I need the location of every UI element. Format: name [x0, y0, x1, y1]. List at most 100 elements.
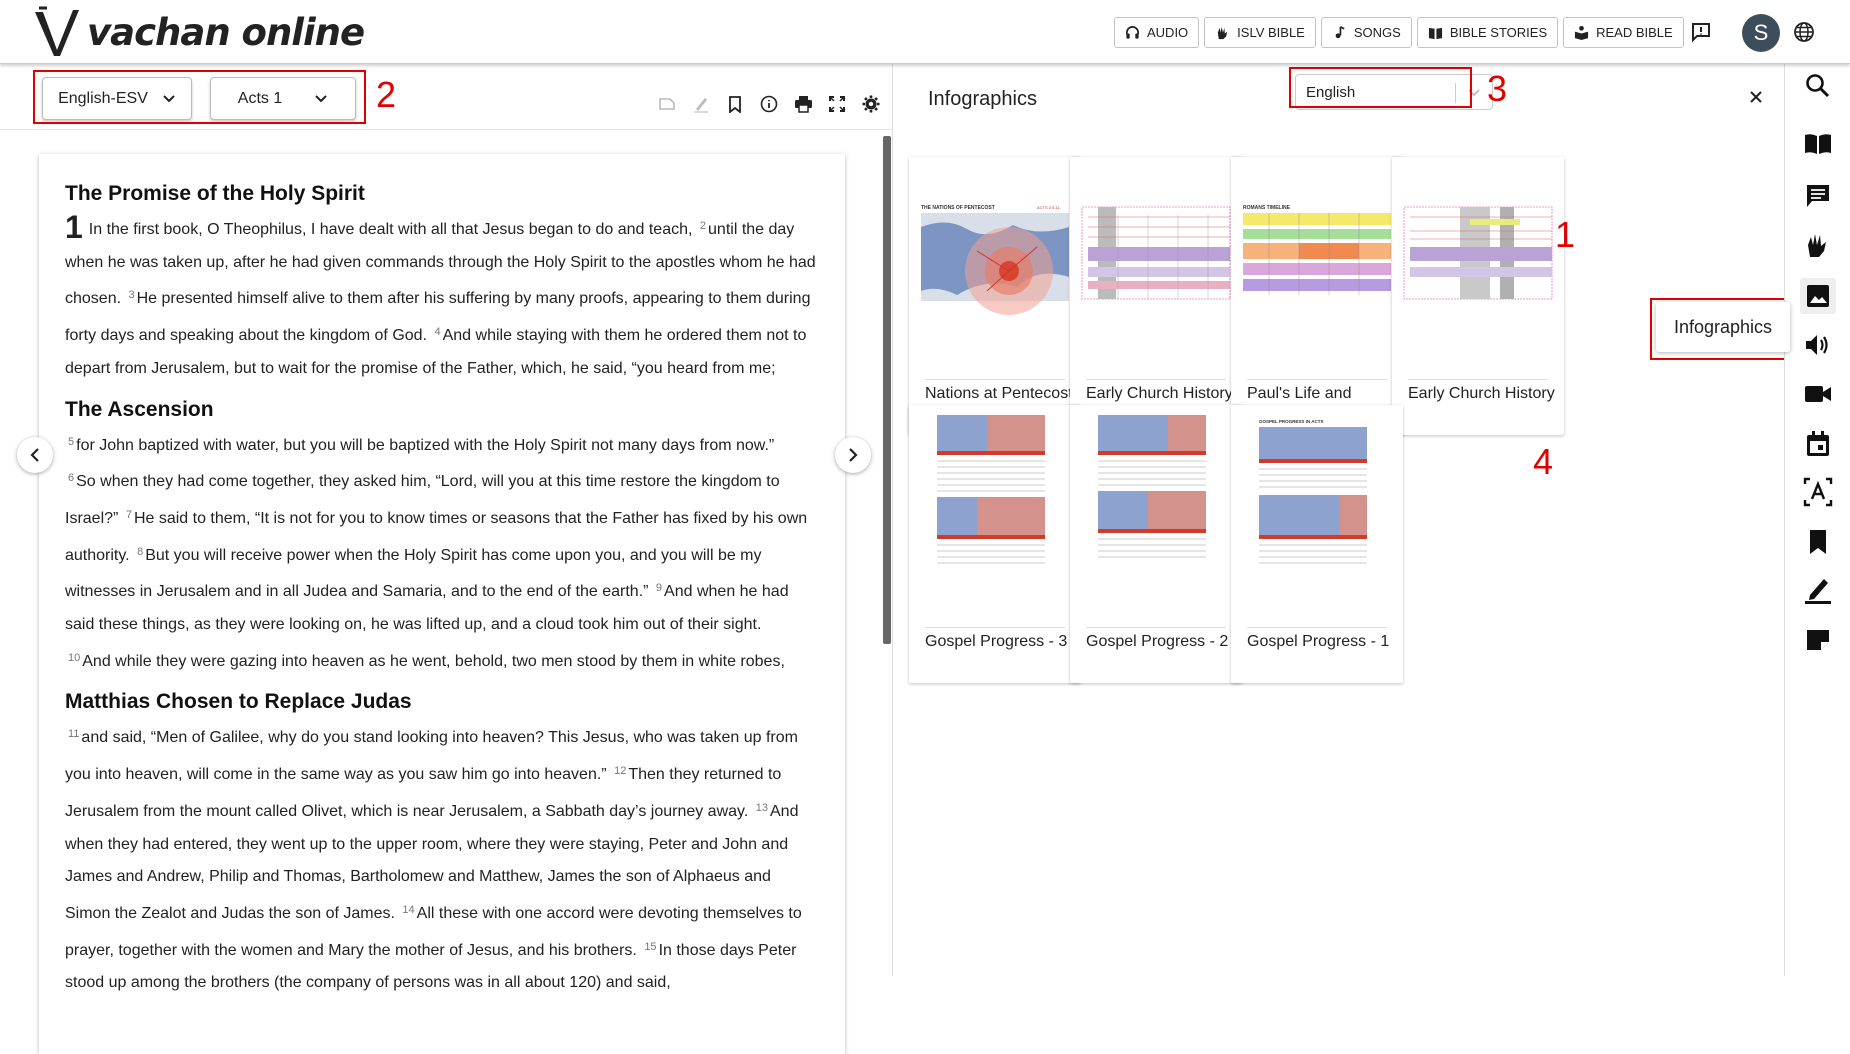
- top-app-bar: vachan online AUDIO ISLV BIBLE SONGS BIB…: [0, 0, 1850, 64]
- card-divider: [1086, 379, 1226, 380]
- thumb-header: THE NATIONS OF PENTECOST: [921, 205, 995, 211]
- print-icon[interactable]: [786, 91, 820, 117]
- verse-text[interactable]: for John baptized with water, but you wi…: [76, 437, 774, 454]
- search-icon[interactable]: [1800, 68, 1836, 104]
- card-title: Gospel Progress - 3: [925, 633, 1068, 650]
- bookmark-outline-icon[interactable]: [718, 91, 752, 117]
- audio-icon[interactable]: [1800, 327, 1836, 363]
- read-bible-label: READ BIBLE: [1596, 25, 1673, 40]
- headphones-icon: [1126, 26, 1139, 39]
- book-chapter-select[interactable]: Acts 1: [210, 77, 356, 120]
- islv-bible-button[interactable]: ISLV BIBLE: [1204, 17, 1316, 48]
- infographic-card[interactable]: THE NATIONS OF PENTECOST ACTS 2:5-11 Nat…: [909, 157, 1081, 435]
- chevron-down-icon: [163, 94, 175, 102]
- section-heading: Matthias Chosen to Replace Judas: [65, 690, 412, 714]
- version-select[interactable]: English-ESV: [42, 77, 192, 120]
- infographic-thumbnail: ROMANS TIMELINE: [1239, 167, 1395, 377]
- infographic-card[interactable]: Gospel Progress - 2: [1070, 405, 1242, 683]
- book-open-icon: [1428, 27, 1442, 40]
- music-note-icon: [1335, 26, 1345, 39]
- infographic-thumbnail: [917, 415, 1073, 625]
- infographic-thumbnail: THE NATIONS OF PENTECOST ACTS 2:5-11: [917, 167, 1073, 377]
- avatar-initial: S: [1753, 20, 1769, 45]
- chevron-right-icon: [849, 448, 858, 462]
- note-icon[interactable]: [650, 91, 684, 117]
- verse-number: 15: [644, 940, 657, 953]
- vachan-logo[interactable]: vachan online: [33, 6, 365, 58]
- bible-stories-button[interactable]: BIBLE STORIES: [1416, 17, 1559, 48]
- book-reader-icon: [1575, 25, 1589, 40]
- infographic-card[interactable]: GOSPEL PROGRESS IN ACTS Gospel Progress …: [1231, 405, 1403, 683]
- card-divider: [1247, 379, 1387, 380]
- verse-number: 12: [614, 765, 627, 778]
- close-icon: [1750, 91, 1762, 103]
- card-divider: [1247, 627, 1387, 628]
- calendar-icon[interactable]: [1800, 426, 1836, 462]
- reader-toolbar: English-ESV Acts 1 2: [0, 64, 892, 130]
- verse-number: 7: [125, 508, 132, 521]
- card-title: Early Church History: [1086, 385, 1233, 402]
- reader-tools: [650, 91, 888, 117]
- infographics-pane: Infographics English 3 THE NATIONS OF PE…: [892, 64, 1784, 976]
- dictionary-icon[interactable]: [1800, 474, 1836, 510]
- thumb-header: ROMANS TIMELINE: [1243, 205, 1291, 211]
- avatar[interactable]: S: [1742, 14, 1780, 52]
- verse-number: 5: [68, 435, 75, 448]
- infographic-card[interactable]: Early Church History: [1392, 157, 1564, 435]
- language-value: English: [1306, 83, 1356, 101]
- verse-number: 3: [128, 289, 135, 302]
- infographic-card[interactable]: Early Church History: [1070, 157, 1242, 435]
- notes-icon[interactable]: [1800, 622, 1836, 658]
- paragraph: 11 and said, “Men of Galilee, why do you …: [65, 718, 819, 1000]
- image-icon[interactable]: [1800, 278, 1836, 314]
- verse-text[interactable]: In the first book, O Theophilus, I have …: [89, 221, 693, 238]
- songs-label: SONGS: [1353, 25, 1401, 40]
- annotation-number-3: 3: [1487, 68, 1508, 109]
- chevron-down-icon: [315, 94, 327, 102]
- infographic-thumbnail: GOSPEL PROGRESS IN ACTS: [1239, 415, 1395, 625]
- infographics-tooltip: Infographics: [1656, 302, 1790, 352]
- fullscreen-icon[interactable]: [820, 91, 854, 117]
- card-title: Gospel Progress - 2: [1086, 633, 1229, 650]
- previous-chapter-button[interactable]: [17, 437, 53, 473]
- feedback-icon[interactable]: [1687, 18, 1715, 46]
- video-icon[interactable]: [1800, 376, 1836, 412]
- chapter-number: 1: [65, 209, 83, 245]
- highlight-pen-icon[interactable]: [684, 91, 718, 117]
- chevron-left-icon: [30, 448, 39, 462]
- bible-stories-label: BIBLE STORIES: [1449, 25, 1548, 40]
- infographic-card[interactable]: ROMANS TIMELINE Paul's Life and Mission …: [1231, 157, 1403, 435]
- verse-number: 14: [402, 903, 415, 916]
- annotation-number-1: 1: [1555, 214, 1576, 255]
- verse-number: 2: [699, 220, 707, 232]
- songs-button[interactable]: SONGS: [1320, 17, 1412, 48]
- highlight-icon[interactable]: [1800, 572, 1836, 608]
- version-label: English-ESV: [58, 89, 148, 107]
- infographic-thumbnail: [1078, 415, 1234, 625]
- annotation-number-2: 2: [376, 74, 397, 115]
- paragraph: 1 In the first book, O Theophilus, I have…: [65, 210, 819, 386]
- book-icon[interactable]: [1800, 126, 1836, 162]
- info-icon[interactable]: [752, 91, 786, 117]
- infographics-language-select[interactable]: English: [1295, 74, 1493, 110]
- read-bible-button[interactable]: READ BIBLE: [1563, 17, 1684, 48]
- next-chapter-button[interactable]: [835, 437, 871, 473]
- sign-language-icon[interactable]: [1800, 227, 1836, 263]
- verse-number: 6: [68, 472, 75, 485]
- infographic-card[interactable]: Gospel Progress - 3: [909, 405, 1081, 683]
- audio-button[interactable]: AUDIO: [1114, 17, 1200, 48]
- audio-label: AUDIO: [1147, 25, 1189, 40]
- bookmark-icon[interactable]: [1800, 524, 1836, 560]
- comment-icon[interactable]: [1800, 178, 1836, 214]
- language-globe-icon[interactable]: [1790, 18, 1818, 46]
- verse-number: 10: [68, 651, 81, 664]
- header-nav: AUDIO ISLV BIBLE SONGS BIBLE STORIES REA…: [1114, 17, 1684, 48]
- close-pane-button[interactable]: [1749, 90, 1763, 109]
- verse-number: 13: [755, 801, 768, 814]
- card-divider: [925, 627, 1065, 628]
- chevron-down-icon: [1468, 89, 1480, 97]
- reader-scrollbar[interactable]: [883, 136, 891, 644]
- settings-gear-icon[interactable]: [854, 91, 888, 117]
- scripture-text: The Promise of the Holy Spirit 1 In the f…: [39, 154, 845, 1054]
- verse-text[interactable]: And while they were gazing into heaven a…: [82, 653, 785, 670]
